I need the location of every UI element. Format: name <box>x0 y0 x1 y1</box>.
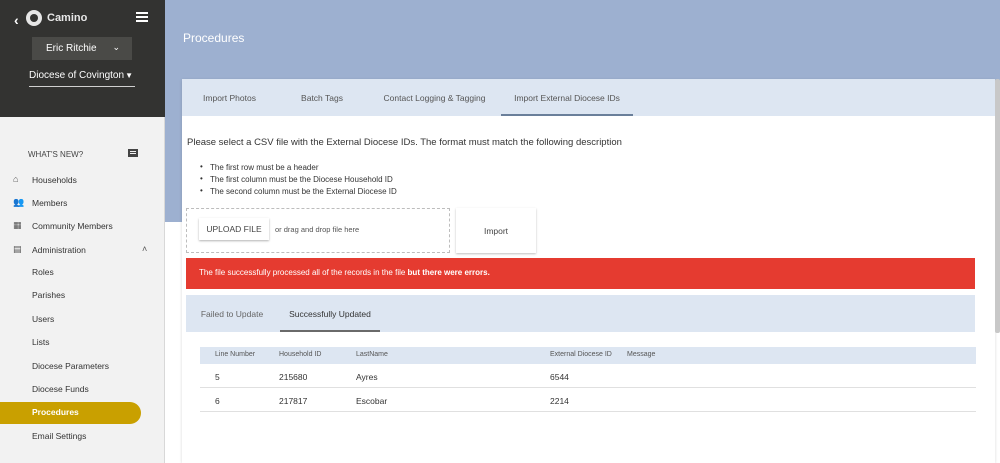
format-rules-list: The first row must be a header The first… <box>200 162 397 199</box>
sidebar-subitem-lists[interactable]: Lists <box>0 332 165 354</box>
home-icon: ⌂ <box>13 174 19 184</box>
whats-new-link[interactable]: WHAT'S NEW? <box>28 150 83 159</box>
procedure-tabs: Import Photos Batch Tags Contact Logging… <box>182 79 995 116</box>
column-header[interactable]: External Diocese ID <box>550 351 612 358</box>
tab-batch-tags[interactable]: Batch Tags <box>277 79 367 116</box>
sidebar-subitem-diocese-parameters[interactable]: Diocese Parameters <box>0 356 165 378</box>
table-cell: 2214 <box>550 396 569 406</box>
column-header[interactable]: Line Number <box>215 351 255 358</box>
user-name: Eric Ritchie <box>46 43 97 54</box>
column-header[interactable]: Message <box>627 351 655 358</box>
import-instructions: Please select a CSV file with the Extern… <box>187 137 622 148</box>
camino-logo-icon <box>26 10 42 26</box>
format-rule: The first row must be a header <box>200 162 397 173</box>
import-button[interactable]: Import <box>456 208 536 253</box>
sidebar-item-label: Community Members <box>32 221 113 231</box>
sidebar-subitem-parishes[interactable]: Parishes <box>0 285 165 307</box>
table-header: Line Number Household ID LastName Extern… <box>200 347 976 364</box>
app-name: Camino <box>47 12 88 24</box>
table-cell: 217817 <box>279 396 308 406</box>
sidebar-item-households[interactable]: ⌂ Households <box>0 172 165 190</box>
sidebar-subitem-label: Procedures <box>32 407 79 417</box>
building-icon: ▦ <box>13 220 22 230</box>
page-title: Procedures <box>183 31 245 45</box>
tab-failed-to-update[interactable]: Failed to Update <box>186 295 278 332</box>
people-icon: 👥 <box>13 197 25 207</box>
page-scrollbar[interactable] <box>995 79 1000 333</box>
tab-label: Import Photos <box>203 93 256 103</box>
sidebar: ‹ Camino Eric Ritchie ⌄ Diocese of Covin… <box>0 0 165 463</box>
chevron-down-icon: ⌄ <box>112 42 120 52</box>
sidebar-subitem-label: Parishes <box>32 290 66 300</box>
tab-successfully-updated[interactable]: Successfully Updated <box>280 295 380 332</box>
column-header[interactable]: Household ID <box>279 351 321 358</box>
alert-text-bold: but there were errors. <box>407 268 490 277</box>
tab-label: Failed to Update <box>200 309 264 319</box>
sidebar-subitem-label: Email Settings <box>32 431 87 441</box>
sidebar-subitem-label: Diocese Funds <box>32 384 89 394</box>
app-root: ‹ Camino Eric Ritchie ⌄ Diocese of Covin… <box>0 0 1000 463</box>
error-alert: The file successfully processed all of t… <box>186 258 975 289</box>
table-row: 6 217817 Escobar 2214 <box>200 389 976 412</box>
user-switcher[interactable]: Eric Ritchie ⌄ <box>32 37 132 60</box>
tab-label: Batch Tags <box>301 93 343 103</box>
format-rule: The second column must be the External D… <box>200 186 397 197</box>
sidebar-item-administration[interactable]: ▤ Administration ˄ <box>0 242 165 260</box>
diocese-name: Diocese of Covington <box>29 70 125 81</box>
sidebar-item-community-members[interactable]: ▦ Community Members <box>0 218 165 236</box>
alert-text: The file successfully processed all of t… <box>199 268 408 277</box>
table-cell: Ayres <box>356 372 378 382</box>
sidebar-subitem-procedures[interactable]: Procedures <box>0 402 141 424</box>
tab-import-external-diocese-ids[interactable]: Import External Diocese IDs <box>501 79 633 116</box>
file-dropzone[interactable]: UPLOAD FILE or drag and drop file here <box>186 208 450 253</box>
sidebar-subitem-email-settings[interactable]: Email Settings <box>0 426 165 448</box>
tab-import-photos[interactable]: Import Photos <box>182 79 277 116</box>
diocese-select[interactable]: Diocese of Covington ▼ <box>29 70 135 87</box>
chevron-up-icon: ˄ <box>142 244 148 254</box>
sidebar-subitem-diocese-funds[interactable]: Diocese Funds <box>0 379 165 401</box>
sidebar-item-label: Households <box>32 175 77 185</box>
format-rule: The first column must be the Diocese Hou… <box>200 174 397 185</box>
hamburger-menu-icon[interactable] <box>136 12 148 22</box>
tab-label: Successfully Updated <box>289 309 371 319</box>
dashboard-icon: ▤ <box>13 244 22 254</box>
caret-down-icon: ▼ <box>125 71 133 80</box>
tab-contact-logging-tagging[interactable]: Contact Logging & Tagging <box>367 79 502 116</box>
procedures-card: Import Photos Batch Tags Contact Logging… <box>182 79 995 463</box>
sidebar-header: ‹ Camino Eric Ritchie ⌄ Diocese of Covin… <box>0 0 165 117</box>
sidebar-subitem-label: Roles <box>32 267 54 277</box>
sidebar-item-label: Administration <box>32 245 86 255</box>
sidebar-subitem-roles[interactable]: Roles <box>0 262 165 284</box>
table-cell: Escobar <box>356 396 388 406</box>
column-header[interactable]: LastName <box>356 351 388 358</box>
upload-file-button[interactable]: UPLOAD FILE <box>199 218 269 240</box>
table-row: 5 215680 Ayres 6544 <box>200 365 976 388</box>
sidebar-item-members[interactable]: 👥 Members <box>0 195 165 213</box>
drop-hint: or drag and drop file here <box>275 225 360 234</box>
sidebar-subitem-users[interactable]: Users <box>0 309 165 331</box>
table-cell: 5 <box>215 372 220 382</box>
table-cell: 6 <box>215 396 220 406</box>
sidebar-subitem-label: Diocese Parameters <box>32 361 110 371</box>
sidebar-item-label: Members <box>32 198 68 208</box>
sidebar-subitem-label: Lists <box>32 337 50 347</box>
newspaper-icon[interactable] <box>128 149 138 157</box>
table-cell: 6544 <box>550 372 569 382</box>
result-tabs: Failed to Update Successfully Updated <box>186 295 975 332</box>
back-chevron-icon[interactable]: ‹ <box>14 12 19 28</box>
tab-label: Import External Diocese IDs <box>514 93 620 103</box>
table-cell: 215680 <box>279 372 308 382</box>
sidebar-subitem-label: Users <box>32 314 55 324</box>
tab-label: Contact Logging & Tagging <box>383 93 486 103</box>
